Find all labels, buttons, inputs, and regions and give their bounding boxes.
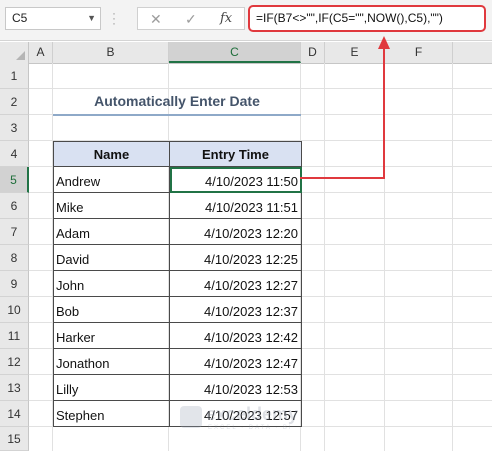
drag-handle-icon[interactable]: · · · <box>112 7 116 29</box>
table-header-row: Name Entry Time <box>53 141 302 167</box>
name-cell[interactable]: Jonathon <box>53 348 170 375</box>
column-header-b[interactable]: B <box>53 42 169 63</box>
sheet-title[interactable]: Automatically Enter Date <box>53 89 301 113</box>
name-cell[interactable]: David <box>53 244 170 271</box>
entry-time-cell[interactable]: 4/10/2023 12:27 <box>169 270 302 297</box>
table-row: Andrew 4/10/2023 11:50 <box>53 166 302 193</box>
name-cell[interactable]: Stephen <box>53 400 170 427</box>
row-header-10[interactable]: 10 <box>0 297 29 323</box>
row-header-14[interactable]: 14 <box>0 401 29 427</box>
chevron-down-icon[interactable]: ▼ <box>87 8 96 29</box>
row-header-15[interactable]: 15 <box>0 427 29 451</box>
header-name[interactable]: Name <box>53 141 170 167</box>
column-header-c[interactable]: C <box>169 42 301 63</box>
row-header-2[interactable]: 2 <box>0 89 29 115</box>
exceldemy-logo-icon <box>180 406 202 428</box>
watermark-name: exceldemy <box>206 404 299 424</box>
name-cell[interactable]: Bob <box>53 296 170 323</box>
name-cell[interactable]: Harker <box>53 322 170 349</box>
row-header-5[interactable]: 5 <box>0 167 29 193</box>
table-row: Harker 4/10/2023 12:42 <box>53 322 302 349</box>
row-header-7[interactable]: 7 <box>0 219 29 245</box>
header-entry-time[interactable]: Entry Time <box>169 141 302 167</box>
entry-time-cell[interactable]: 4/10/2023 11:51 <box>169 192 302 219</box>
table-row: David 4/10/2023 12:25 <box>53 244 302 271</box>
entry-time-cell[interactable]: 4/10/2023 12:42 <box>169 322 302 349</box>
formula-controls: ✕ ✓ fx <box>137 7 245 30</box>
title-underline <box>53 114 301 116</box>
name-box[interactable]: C5 ▼ <box>5 7 101 30</box>
row-header-9[interactable]: 9 <box>0 271 29 297</box>
spreadsheet-window: C5 ▼ · · · ✕ ✓ fx =IF(B7<>"",IF(C5="",NOW(… <box>0 0 492 451</box>
table-row: Adam 4/10/2023 12:20 <box>53 218 302 245</box>
entry-time-cell-active[interactable]: 4/10/2023 11:50 <box>169 166 302 193</box>
formula-bar: C5 ▼ · · · ✕ ✓ fx =IF(B7<>"",IF(C5="",NOW(… <box>0 0 492 41</box>
entry-time-cell[interactable]: 4/10/2023 12:37 <box>169 296 302 323</box>
row-header-1[interactable]: 1 <box>0 63 29 89</box>
entry-table: Name Entry Time Andrew 4/10/2023 11:50 M… <box>53 141 302 427</box>
row-header-12[interactable]: 12 <box>0 349 29 375</box>
row-header-11[interactable]: 11 <box>0 323 29 349</box>
column-header-d[interactable]: D <box>301 42 325 63</box>
row-header-3[interactable]: 3 <box>0 115 29 141</box>
name-cell[interactable]: Adam <box>53 218 170 245</box>
name-cell[interactable]: John <box>53 270 170 297</box>
entry-time-cell[interactable]: 4/10/2023 12:25 <box>169 244 302 271</box>
name-cell[interactable]: Andrew <box>53 166 170 193</box>
entry-time-cell[interactable]: 4/10/2023 12:20 <box>169 218 302 245</box>
insert-function-icon[interactable]: fx <box>220 10 232 28</box>
entry-time-cell[interactable]: 4/10/2023 12:47 <box>169 348 302 375</box>
table-row: John 4/10/2023 12:27 <box>53 270 302 297</box>
row-header-6[interactable]: 6 <box>0 193 29 219</box>
name-box-value: C5 <box>12 11 28 25</box>
cancel-icon[interactable]: ✕ <box>150 10 162 28</box>
confirm-icon[interactable]: ✓ <box>185 10 197 28</box>
watermark-tagline: EXCEL · DATA · BI <box>208 425 293 431</box>
row-header-8[interactable]: 8 <box>0 245 29 271</box>
entry-time-cell[interactable]: 4/10/2023 12:53 <box>169 374 302 401</box>
table-row: Bob 4/10/2023 12:37 <box>53 296 302 323</box>
column-headers: A B C D E F <box>0 42 492 64</box>
formula-input[interactable]: =IF(B7<>"",IF(C5="",NOW(),C5),"") <box>248 5 486 32</box>
table-row: Lilly 4/10/2023 12:53 <box>53 374 302 401</box>
watermark: exceldemy EXCEL · DATA · BI <box>180 402 320 436</box>
column-header-f[interactable]: F <box>385 42 453 63</box>
name-cell[interactable]: Mike <box>53 192 170 219</box>
row-header-13[interactable]: 13 <box>0 375 29 401</box>
column-header-e[interactable]: E <box>325 42 385 63</box>
table-row: Mike 4/10/2023 11:51 <box>53 192 302 219</box>
select-all-button[interactable] <box>0 42 29 63</box>
column-header-a[interactable]: A <box>29 42 53 63</box>
table-row: Jonathon 4/10/2023 12:47 <box>53 348 302 375</box>
name-cell[interactable]: Lilly <box>53 374 170 401</box>
row-header-4[interactable]: 4 <box>0 141 29 167</box>
